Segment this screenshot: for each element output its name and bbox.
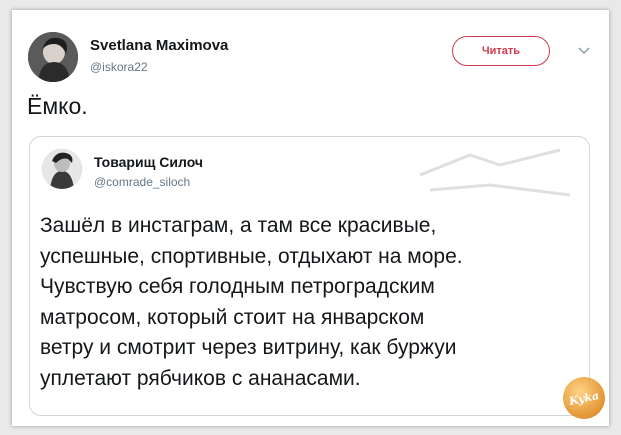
quoted-text-line: Зашёл в инстаграм, а там все красивые, [40,214,437,237]
quoted-text-line: ветру и смотрит через витрину, как буржу… [40,336,457,359]
quoted-tweet[interactable]: Товарищ Силоч @comrade_siloch Зашёл в ин… [29,136,590,416]
quoted-tweet-text: Зашёл в инстаграм, а там все красивые, у… [40,211,585,394]
quoted-author-name[interactable]: Товарищ Силоч [94,154,203,170]
quoted-text-line: уплетают рябчиков с ананасами. [40,366,361,390]
chevron-down-icon[interactable] [577,44,591,58]
quoted-text-line: матросом, который стоит на январском [40,305,425,329]
author-avatar[interactable] [28,32,78,82]
quoted-author-avatar[interactable] [42,149,82,189]
author-handle[interactable]: @iskora22 [90,60,148,74]
quoted-text-line: Чувствую себя голодным петроградским [40,275,435,298]
faded-background-graphic [419,148,571,197]
quoted-author-handle[interactable]: @comrade_siloch [94,175,190,189]
tweet-text: Ёмко. [27,93,88,119]
follow-button[interactable]: Читать [452,36,550,66]
quoted-text-line: успешные, спортивные, отдыхают на море. [40,244,463,268]
watermark-logo: Kyka [563,377,605,419]
watermark-text: Kyka [567,388,601,408]
author-name[interactable]: Svetlana Maximova [90,37,228,54]
tweet-card: Svetlana Maximova @iskora22 Читать Ёмко.… [12,10,609,426]
